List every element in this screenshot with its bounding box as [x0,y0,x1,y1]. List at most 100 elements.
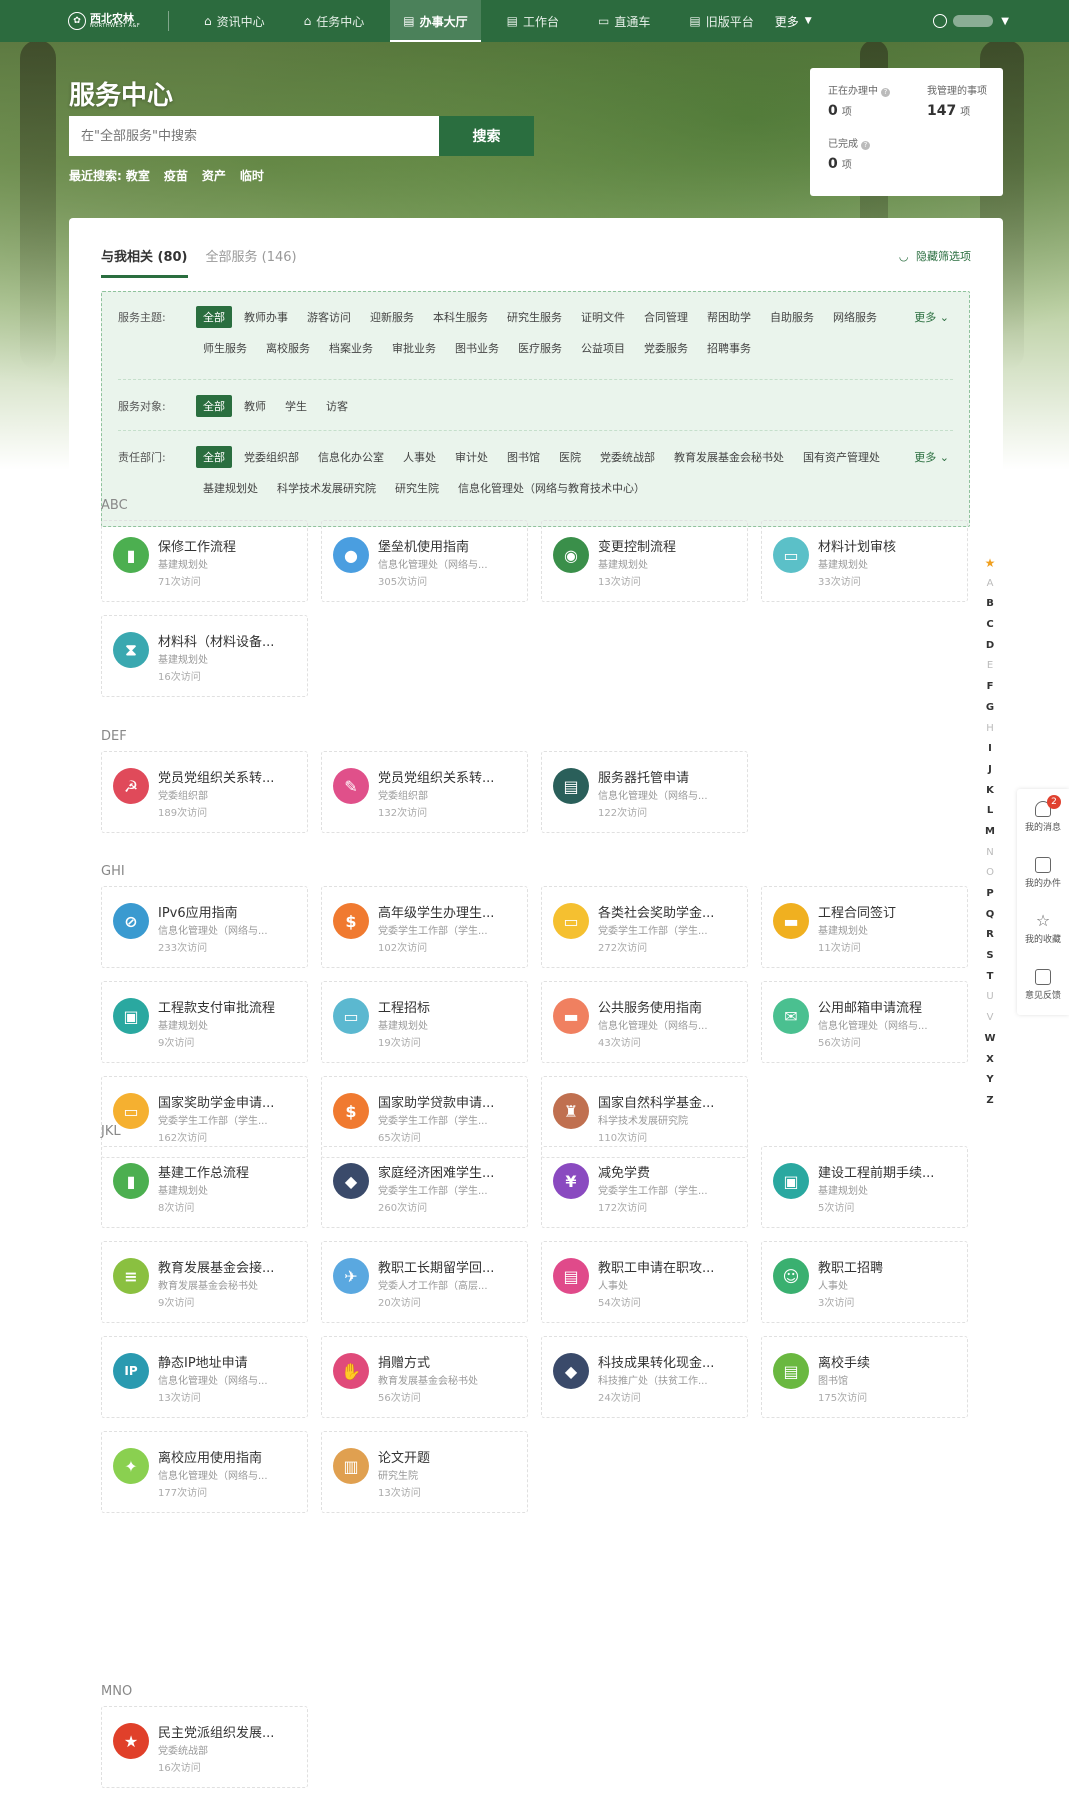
service-tile[interactable]: ✋ 捐赠方式 教育发展基金会秘书处 56次访问 [321,1336,528,1418]
recent-term[interactable]: 疫苗 [164,167,188,184]
filter-chip[interactable]: 迎新服务 [363,306,421,328]
nav-more-button[interactable]: 更多 ▼ [775,13,812,30]
alphabet-letter[interactable]: X [983,1050,997,1071]
filter-chip[interactable]: 全部 [196,395,232,417]
filter-chip[interactable]: 科学技术发展研究院 [270,477,383,499]
recent-term[interactable]: 资产 [202,167,226,184]
nav-item-2[interactable]: ▤ 办事大厅 [390,0,482,42]
alphabet-letter[interactable]: U [983,987,997,1008]
service-tile[interactable]: ▬ 公共服务使用指南 信息化管理处（网络与... 43次访问 [541,981,748,1063]
alphabet-letter[interactable]: K [983,781,997,802]
feedback-button[interactable]: 意见反馈 [1017,969,1069,1001]
filter-chip[interactable]: 合同管理 [637,306,695,328]
service-tile[interactable]: ★ 民主党派组织发展... 党委统战部 16次访问 [101,1706,308,1788]
service-tile[interactable]: ▬ 工程合同签订 基建规划处 11次访问 [761,886,968,968]
alphabet-letter[interactable]: Q [983,905,997,926]
tab-related[interactable]: 与我相关 (80) [101,246,188,278]
filter-chip[interactable]: 党委服务 [637,337,695,359]
nav-item-3[interactable]: ▤ 工作台 [494,0,572,42]
filter-chip[interactable]: 证明文件 [574,306,632,328]
alphabet-letter[interactable]: E [983,656,997,677]
search-input[interactable] [69,116,439,156]
filter-chip[interactable]: 审计处 [448,446,495,468]
service-tile[interactable]: ▭ 各类社会奖助学金... 党委学生工作部（学生... 272次访问 [541,886,748,968]
alphabet-letter[interactable]: N [983,843,997,864]
service-tile[interactable]: ⊘ IPv6应用指南 信息化管理处（网络与... 233次访问 [101,886,308,968]
filter-chip[interactable]: 本科生服务 [426,306,495,328]
recent-term[interactable]: 临时 [240,167,264,184]
filter-chip[interactable]: 招聘事务 [700,337,758,359]
filter-chip[interactable]: 审批业务 [385,337,443,359]
service-tile[interactable]: ☭ 党员党组织关系转... 党委组织部 189次访问 [101,751,308,833]
service-tile[interactable]: ◆ 家庭经济困难学生... 党委学生工作部（学生... 260次访问 [321,1146,528,1228]
filter-chip[interactable]: 信息化管理处（网络与教育技术中心） [451,477,652,499]
filter-chip[interactable]: 医疗服务 [511,337,569,359]
filter-chip[interactable]: 自助服务 [763,306,821,328]
service-tile[interactable]: ☺ 教职工招聘 人事处 3次访问 [761,1241,968,1323]
alphabet-letter[interactable]: A [983,574,997,595]
stat-managed[interactable]: 我管理的事项 147 项 [927,82,987,119]
nav-item-5[interactable]: ▤ 旧版平台 [676,0,766,42]
filter-chip[interactable]: 教师办事 [237,306,295,328]
service-tile[interactable]: ✎ 党员党组织关系转... 党委组织部 132次访问 [321,751,528,833]
star-icon[interactable]: ★ [983,553,997,574]
alphabet-letter[interactable]: M [983,822,997,843]
alphabet-letter[interactable]: P [983,884,997,905]
alphabet-letter[interactable]: B [983,594,997,615]
service-tile[interactable]: ◉ 变更控制流程 基建规划处 13次访问 [541,520,748,602]
filter-chip[interactable]: 党委统战部 [593,446,662,468]
alphabet-letter[interactable]: G [983,698,997,719]
filter-chip[interactable]: 公益项目 [574,337,632,359]
alphabet-letter[interactable]: W [983,1029,997,1050]
filter-chip[interactable]: 师生服务 [196,337,254,359]
service-tile[interactable]: ✉ 公用邮箱申请流程 信息化管理处（网络与... 56次访问 [761,981,968,1063]
dept-more-button[interactable]: 更多 ⌄ [914,449,949,465]
service-tile[interactable]: ● 堡垒机使用指南 信息化管理处（网络与... 305次访问 [321,520,528,602]
service-tile[interactable]: ▭ 工程招标 基建规划处 19次访问 [321,981,528,1063]
service-tile[interactable]: ▥ 论文开题 研究生院 13次访问 [321,1431,528,1513]
alphabet-letter[interactable]: R [983,925,997,946]
filter-chip[interactable]: 教育发展基金会秘书处 [667,446,791,468]
service-tile[interactable]: ⧗ 材料科（材料设备... 基建规划处 16次访问 [101,615,308,697]
filter-chip[interactable]: 网络服务 [826,306,884,328]
filter-chip[interactable]: 学生 [278,395,314,417]
alphabet-letter[interactable]: S [983,946,997,967]
tab-all-services[interactable]: 全部服务 (146) [206,246,297,278]
filter-chip[interactable]: 信息化办公室 [311,446,391,468]
user-menu[interactable]: ▼ [933,0,1009,42]
alphabet-letter[interactable]: O [983,863,997,884]
my-favorites-button[interactable]: ☆ 我的收藏 [1017,913,1069,946]
filter-chip[interactable]: 基建规划处 [196,477,265,499]
filter-chip[interactable]: 教师 [237,395,273,417]
alphabet-letter[interactable]: D [983,636,997,657]
alphabet-letter[interactable]: T [983,967,997,988]
service-tile[interactable]: ✈ 教职工长期留学回... 党委人才工作部（高层... 20次访问 [321,1241,528,1323]
filter-chip[interactable]: 全部 [196,446,232,468]
service-tile[interactable]: ▣ 建设工程前期手续... 基建规划处 5次访问 [761,1146,968,1228]
filter-chip[interactable]: 访客 [319,395,355,417]
filter-chip[interactable]: 全部 [196,306,232,328]
service-tile[interactable]: ≡ 教育发展基金会接... 教育发展基金会秘书处 9次访问 [101,1241,308,1323]
nav-item-1[interactable]: ⌂ 任务中心 [291,0,378,42]
alphabet-letter[interactable]: Y [983,1070,997,1091]
my-tasks-button[interactable]: 我的办件 [1017,857,1069,889]
university-logo[interactable]: ✿ 西北农林 NORTHWEST A&F [68,12,168,30]
service-tile[interactable]: ◆ 科技成果转化现金... 科技推广处（扶贫工作... 24次访问 [541,1336,748,1418]
search-button[interactable]: 搜索 [439,116,534,156]
service-tile[interactable]: ¥ 减免学费 党委学生工作部（学生... 172次访问 [541,1146,748,1228]
alphabet-letter[interactable]: I [983,739,997,760]
filter-chip[interactable]: 档案业务 [322,337,380,359]
alphabet-letter[interactable]: F [983,677,997,698]
alphabet-letter[interactable]: H [983,719,997,740]
service-tile[interactable]: ▮ 保修工作流程 基建规划处 71次访问 [101,520,308,602]
filter-chip[interactable]: 图书馆 [500,446,547,468]
service-tile[interactable]: IP 静态IP地址申请 信息化管理处（网络与... 13次访问 [101,1336,308,1418]
service-tile[interactable]: ▤ 教职工申请在职攻... 人事处 54次访问 [541,1241,748,1323]
hide-filter-toggle[interactable]: ◡ 隐藏筛选项 [899,248,971,264]
filter-chip[interactable]: 图书业务 [448,337,506,359]
filter-chip[interactable]: 医院 [552,446,588,468]
filter-chip[interactable]: 帮困助学 [700,306,758,328]
filter-chip[interactable]: 研究生院 [388,477,446,499]
my-messages-button[interactable]: 2 我的消息 [1017,795,1069,833]
filter-chip[interactable]: 国有资产管理处 [796,446,887,468]
